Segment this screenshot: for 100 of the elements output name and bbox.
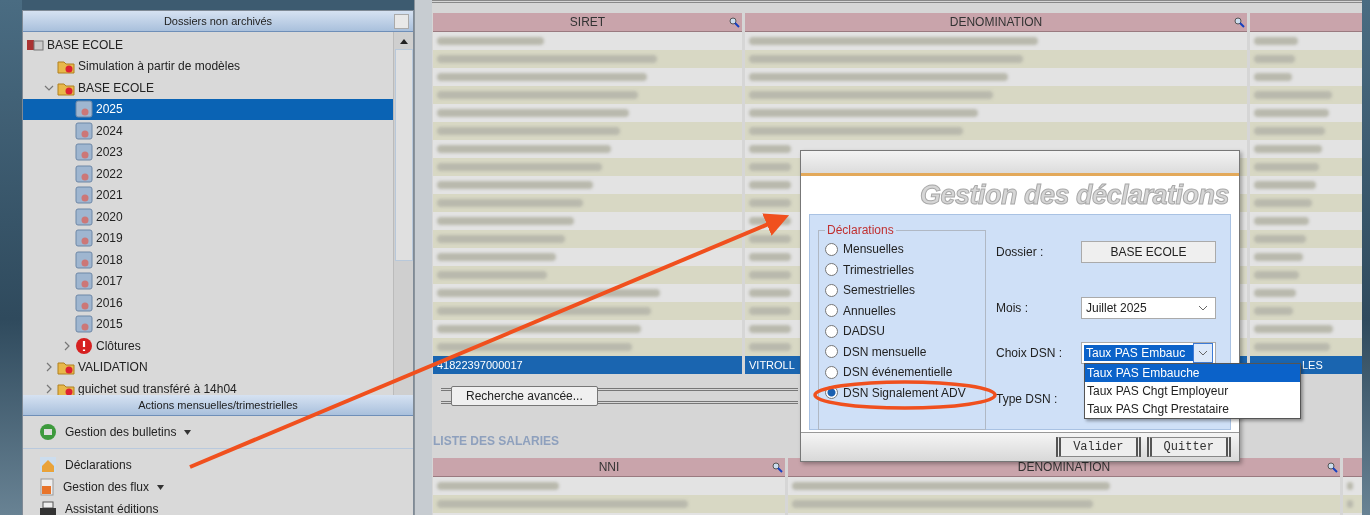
chevron-down-icon[interactable] [1198, 305, 1208, 311]
tree-item[interactable]: 2024 [23, 120, 393, 142]
radio-option[interactable]: Semestrielles [825, 280, 979, 301]
dialog-button[interactable]: Valider [1056, 437, 1141, 457]
calendar-icon [75, 186, 93, 205]
blurred-text [1254, 271, 1300, 279]
chevron-icon[interactable] [62, 340, 72, 351]
radio-button[interactable] [825, 283, 838, 297]
panel-toggle[interactable] [394, 14, 409, 29]
field-label: Mois : [996, 301, 1029, 315]
blurred-text [1347, 482, 1354, 490]
column-header[interactable]: SIRET [433, 13, 742, 32]
folder-button[interactable]: BASE ECOLE [1081, 241, 1216, 263]
tree-item[interactable]: Clôtures [23, 335, 393, 357]
tree-item[interactable]: BASE ECOLE [23, 77, 393, 99]
tree-item[interactable]: 2016 [23, 292, 393, 314]
search-icon[interactable] [771, 461, 783, 473]
tree-item[interactable]: VALIDATION [23, 356, 393, 378]
radio-option[interactable]: Annuelles [825, 300, 979, 321]
dialog-title: Gestion des déclarations [919, 179, 1229, 211]
search-icon[interactable] [728, 16, 740, 28]
radio-option[interactable]: Trimestrielles [825, 259, 979, 280]
column-header[interactable]: NNI [433, 458, 785, 477]
blurred-text [749, 235, 791, 243]
radio-button[interactable] [825, 263, 838, 277]
scroll-thumb[interactable] [394, 49, 413, 261]
scrollbar[interactable] [393, 32, 413, 395]
column-header [1343, 458, 1362, 477]
blurred-text [749, 181, 791, 189]
action-item[interactable]: Gestion des flux [23, 477, 413, 497]
calendar-icon [75, 272, 93, 291]
tree-item[interactable]: 2021 [23, 184, 393, 206]
blurred-text [749, 163, 791, 171]
calendar-icon [75, 143, 93, 162]
tree-item[interactable]: 2015 [23, 313, 393, 335]
tree-item[interactable]: 2022 [23, 163, 393, 185]
tree-item[interactable]: 2019 [23, 227, 393, 249]
blurred-text [749, 199, 791, 207]
calendar-icon [75, 164, 93, 183]
scroll-up-icon[interactable] [398, 37, 409, 45]
chevron-icon[interactable] [44, 383, 54, 394]
caret-icon[interactable] [157, 484, 165, 490]
calendar-icon [75, 250, 93, 269]
tree-item[interactable]: BASE ECOLE [23, 34, 393, 56]
blurred-text [1254, 55, 1296, 63]
dialog-button[interactable]: Quitter [1146, 437, 1231, 457]
field-label: Type DSN : [996, 392, 1059, 406]
blurred-text [1254, 127, 1326, 135]
advanced-search-button[interactable]: Recherche avancée... [451, 386, 598, 406]
tree-item[interactable]: 2023 [23, 141, 393, 163]
column-header[interactable]: DENOMINATION [745, 13, 1247, 32]
section-title: LISTE DES SALARIES [433, 434, 560, 448]
search-icon[interactable] [1233, 16, 1245, 28]
dropdown-option[interactable]: Taux PAS Chgt Employeur [1085, 382, 1300, 400]
calendar-icon [75, 293, 93, 312]
radio-option[interactable]: DADSU [825, 321, 979, 342]
calendar-icon [75, 121, 93, 140]
radio-button[interactable] [825, 304, 838, 318]
blurred-text [1254, 253, 1303, 261]
chevron-icon[interactable] [44, 362, 54, 373]
blurred-text [749, 325, 791, 333]
blurred-text [1254, 199, 1313, 207]
blurred-text [1254, 145, 1323, 153]
dropdown-field[interactable]: Juillet 2025 [1081, 297, 1216, 319]
blurred-text [1254, 235, 1306, 243]
dropdown-option[interactable]: Taux PAS Chgt Prestataire [1085, 400, 1300, 418]
radio-button[interactable] [825, 242, 838, 256]
calendar-icon [75, 100, 93, 119]
tree-item[interactable]: Simulation à partir de modèles [23, 55, 393, 77]
radio-button[interactable] [825, 365, 838, 379]
folder-icon [57, 58, 75, 75]
action-item[interactable]: Déclarations [23, 455, 413, 475]
field-label: Dossier : [996, 245, 1045, 259]
blurred-text [749, 145, 791, 153]
panel-title: Dossiers non archivés [163, 15, 273, 27]
action-item[interactable]: Assistant éditions [23, 499, 413, 515]
blurred-text [749, 253, 791, 261]
warning-icon [75, 336, 93, 355]
radio-button[interactable] [825, 345, 838, 359]
table-cell: 41822397000017 [433, 356, 742, 374]
tree-item[interactable]: 2018 [23, 249, 393, 271]
action-item[interactable]: Gestion des bulletins [23, 422, 413, 449]
chevron-down-icon[interactable] [1198, 350, 1208, 356]
search-icon[interactable] [1326, 461, 1338, 473]
dropdown-option[interactable]: Taux PAS Embauche [1085, 364, 1300, 382]
radio-option[interactable]: Mensuelles [825, 239, 979, 260]
radio-option[interactable]: DSN Signalement ADV [825, 382, 979, 403]
dropdown-field[interactable]: Taux PAS Embauc [1081, 342, 1216, 364]
folder-icon [57, 359, 75, 376]
radio-button[interactable] [825, 324, 838, 338]
tree-item[interactable]: 2025 [23, 98, 393, 120]
blurred-text [749, 307, 791, 315]
document-icon [39, 478, 55, 496]
blurred-text [1254, 37, 1299, 45]
tree-item[interactable]: 2017 [23, 270, 393, 292]
blurred-text [1254, 307, 1293, 315]
tree-item[interactable]: 2020 [23, 206, 393, 228]
blurred-text [1254, 289, 1297, 297]
blurred-text [749, 289, 791, 297]
caret-icon[interactable] [184, 429, 192, 435]
